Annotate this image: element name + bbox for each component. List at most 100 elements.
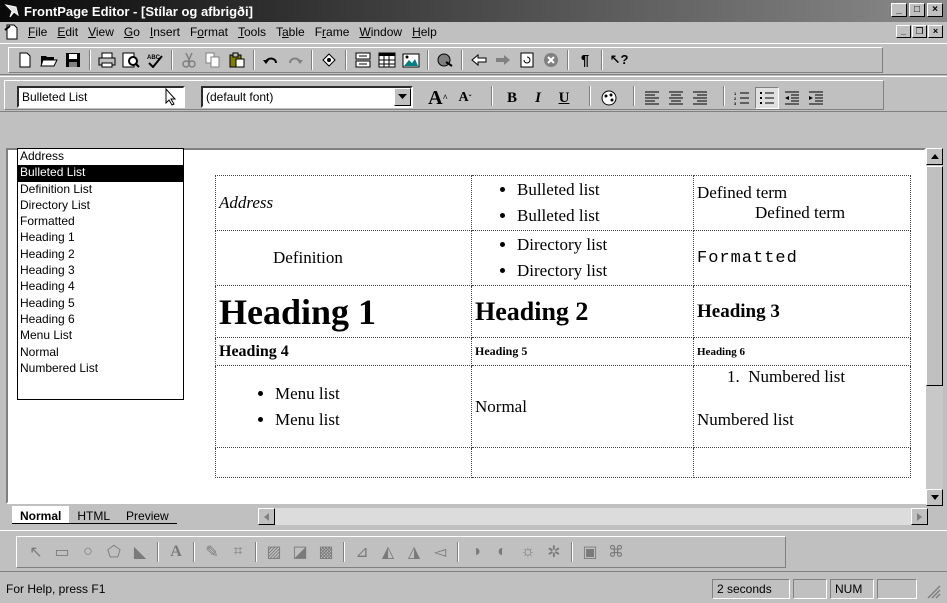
scroll-right-arrow-icon[interactable] — [911, 508, 928, 525]
crop-icon[interactable]: ⌗ — [226, 540, 250, 564]
text-on-image-icon[interactable]: A — [164, 540, 188, 564]
align-left-icon[interactable] — [641, 87, 663, 109]
tab-preview[interactable]: Preview — [118, 506, 177, 524]
style-option[interactable]: Heading 5 — [18, 296, 183, 312]
table-cell[interactable] — [471, 447, 694, 478]
bevel-icon[interactable]: ▣ — [578, 540, 602, 564]
increase-indent-icon[interactable] — [805, 87, 827, 109]
menu-item[interactable]: Insert — [146, 25, 186, 39]
table-cell[interactable]: Heading 3 — [693, 285, 911, 338]
numbered-list-icon[interactable]: 123 — [731, 87, 753, 109]
style-combo[interactable]: Bulleted List — [17, 86, 185, 108]
menu-item[interactable]: File — [24, 25, 53, 39]
style-option[interactable]: Numbered List — [18, 361, 183, 377]
rotate-right-icon[interactable]: ◭ — [376, 540, 400, 564]
insert-image-icon[interactable] — [400, 49, 422, 71]
save-disk-icon[interactable] — [62, 49, 84, 71]
table-cell[interactable]: 1. Numbered list Numbered list — [693, 365, 911, 448]
stop-icon[interactable] — [540, 49, 562, 71]
tab-normal[interactable]: Normal — [12, 506, 70, 524]
table-cell[interactable] — [215, 447, 472, 478]
make-transparent-icon[interactable]: ▨ — [262, 540, 286, 564]
webbot-component-icon[interactable] — [318, 49, 340, 71]
redo-icon[interactable] — [284, 49, 306, 71]
flip-horizontal-icon[interactable]: ◮ — [402, 540, 426, 564]
menu-item[interactable]: Frame — [311, 25, 356, 39]
paste-clipboard-icon[interactable] — [226, 49, 248, 71]
minimize-button[interactable]: _ — [891, 3, 907, 17]
increase-text-size-button[interactable]: A ^ — [425, 87, 451, 109]
style-option[interactable]: Menu List — [18, 328, 183, 344]
style-option[interactable]: Heading 1 — [18, 230, 183, 246]
refresh-icon[interactable] — [516, 49, 538, 71]
more-brightness-icon[interactable]: ☼ — [516, 540, 540, 564]
menu-item[interactable]: Tools — [234, 25, 272, 39]
table-cell[interactable]: Heading 2 — [471, 285, 694, 338]
doc-close-button[interactable]: × — [928, 25, 943, 38]
doc-minimize-button[interactable]: _ — [896, 25, 911, 38]
table-cell[interactable]: Heading 6 — [693, 337, 911, 366]
table-cell[interactable]: Heading 5 — [471, 337, 694, 366]
menu-item[interactable]: Edit — [53, 25, 84, 39]
less-contrast-icon[interactable]: ◐ — [490, 540, 514, 564]
print-preview-icon[interactable] — [120, 49, 142, 71]
menu-item[interactable]: Help — [408, 25, 443, 39]
font-dropdown-arrow-icon[interactable] — [394, 88, 411, 106]
washout-icon[interactable]: ◪ — [288, 540, 312, 564]
document-icon[interactable] — [4, 24, 20, 40]
table-cell[interactable]: Menu list Menu list — [215, 365, 472, 448]
style-option[interactable]: Heading 3 — [18, 263, 183, 279]
print-icon[interactable] — [96, 49, 118, 71]
maximize-button[interactable]: □ — [909, 3, 925, 17]
spelling-icon[interactable]: ABC — [144, 49, 166, 71]
menu-item[interactable]: Go — [120, 25, 146, 39]
menu-item[interactable]: View — [84, 25, 120, 39]
underline-button[interactable]: U — [553, 87, 575, 109]
style-option[interactable]: Formatted — [18, 214, 183, 230]
style-option[interactable]: Directory List — [18, 198, 183, 214]
menu-item[interactable]: Table — [272, 25, 311, 39]
highlight-hotspots-icon[interactable]: ◣ — [128, 540, 152, 564]
vertical-scrollbar[interactable] — [926, 148, 943, 506]
bulleted-list-icon[interactable] — [755, 87, 779, 109]
open-folder-icon[interactable] — [38, 49, 60, 71]
forward-arrow-icon[interactable] — [492, 49, 514, 71]
table-cell[interactable]: Formatted — [693, 230, 911, 286]
rectangle-hotspot-icon[interactable]: ▭ — [50, 540, 74, 564]
table-cell[interactable]: Normal — [471, 365, 694, 448]
cut-scissors-icon[interactable] — [178, 49, 200, 71]
style-option[interactable]: Heading 2 — [18, 247, 183, 263]
align-right-icon[interactable] — [689, 87, 711, 109]
scroll-thumb[interactable] — [926, 166, 943, 386]
scroll-down-arrow-icon[interactable] — [926, 489, 943, 506]
copy-icon[interactable] — [202, 49, 224, 71]
text-color-palette-icon[interactable] — [597, 87, 621, 109]
more-contrast-icon[interactable]: ◑ — [464, 540, 488, 564]
show-paragraph-marks-icon[interactable]: ¶ — [574, 49, 596, 71]
table-cell[interactable]: Definition — [215, 230, 472, 286]
help-pointer-icon[interactable]: ↖? — [608, 49, 630, 71]
horizontal-scrollbar[interactable] — [258, 508, 928, 525]
new-page-icon[interactable] — [14, 49, 36, 71]
table-cell[interactable]: Defined term Defined term — [693, 175, 911, 231]
flip-vertical-icon[interactable]: ◅ — [428, 540, 452, 564]
menu-item[interactable]: Window — [355, 25, 408, 39]
hyperlink-globe-icon[interactable] — [434, 49, 456, 71]
table-cell[interactable]: Heading 1 — [215, 285, 472, 338]
font-combo[interactable]: (default font) — [201, 86, 413, 108]
close-button[interactable]: × — [927, 3, 943, 17]
menu-item[interactable]: Format — [186, 25, 234, 39]
bold-button[interactable]: B — [501, 87, 523, 109]
align-center-icon[interactable] — [665, 87, 687, 109]
style-option[interactable]: Heading 4 — [18, 279, 183, 295]
back-arrow-icon[interactable] — [468, 49, 490, 71]
rotate-left-icon[interactable]: ⊿ — [350, 540, 374, 564]
style-option[interactable]: Definition List — [18, 182, 183, 198]
less-brightness-icon[interactable]: ✲ — [542, 540, 566, 564]
undo-icon[interactable] — [260, 49, 282, 71]
tab-html[interactable]: HTML — [69, 506, 119, 524]
style-option[interactable]: Bulleted List — [18, 165, 183, 182]
decrease-text-size-button[interactable]: Aˇ — [453, 87, 477, 109]
style-dropdown-list[interactable]: Address Bulleted List Definition List Direc… — [17, 148, 184, 400]
black-and-white-icon[interactable]: ▩ — [314, 540, 338, 564]
